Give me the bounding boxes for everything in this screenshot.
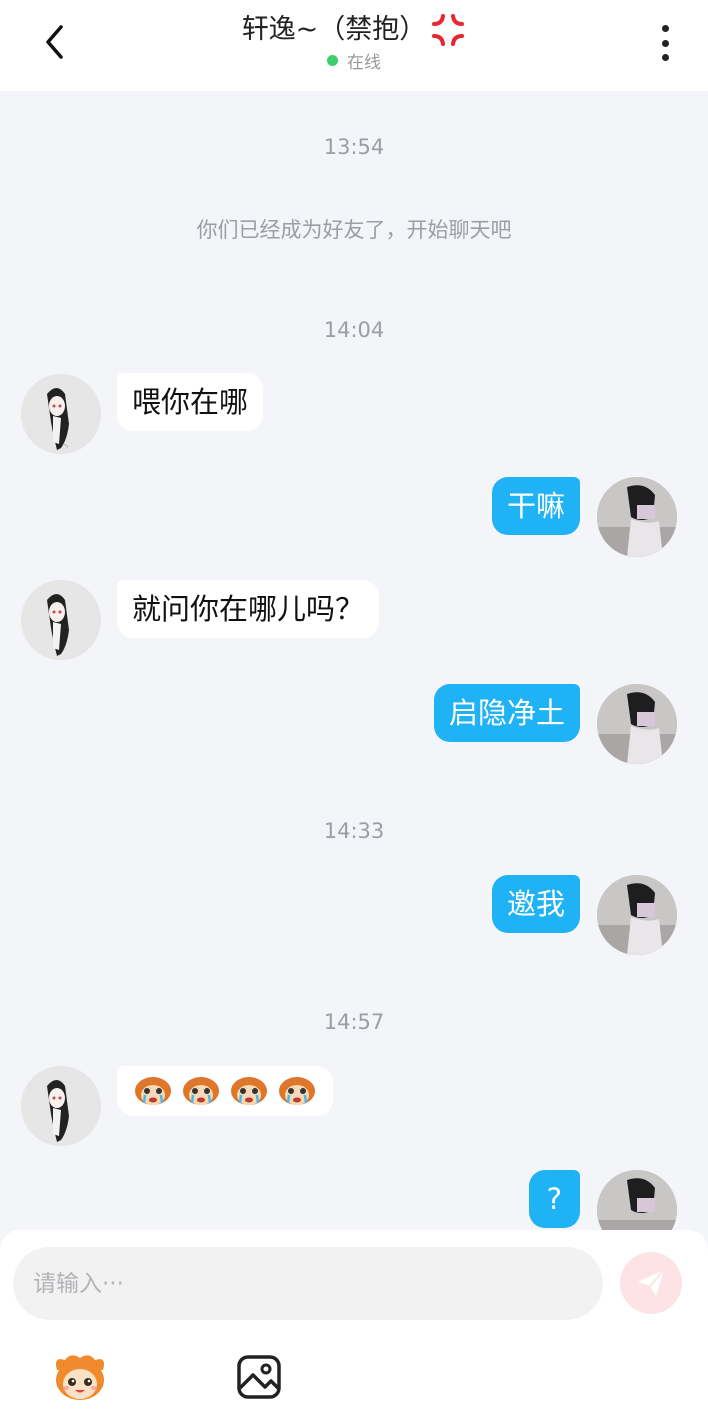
timestamp: 13:54	[323, 135, 385, 159]
message-bubble-sent[interactable]: 邀我	[491, 875, 580, 933]
anime-girl-avatar-image	[21, 580, 101, 660]
timestamp: 14:57	[323, 1010, 385, 1034]
emoji-row	[133, 1072, 317, 1110]
more-vertical-icon	[661, 25, 669, 32]
timestamp: 14:33	[323, 819, 385, 843]
user-photo-avatar-image	[597, 684, 677, 764]
emoji-button[interactable]	[49, 1352, 111, 1404]
anime-girl-avatar-image	[21, 1066, 101, 1146]
crying-monkey-icon	[279, 1077, 315, 1105]
message-bubble-sent[interactable]: ?	[528, 1170, 580, 1228]
user-photo-avatar-image	[597, 477, 677, 557]
system-message: 你们已经成为好友了，开始聊天吧	[196, 218, 512, 242]
chat-header: 轩逸~（禁抱） 在线	[0, 0, 708, 91]
my-avatar[interactable]	[597, 684, 677, 764]
emoji-message-bubble[interactable]	[117, 1066, 333, 1116]
online-dot-icon	[327, 55, 338, 66]
message-input[interactable]	[13, 1247, 603, 1320]
message-bubble-received[interactable]: 喂你在哪	[117, 373, 264, 431]
emoji-mascot-icon	[56, 1355, 104, 1400]
user-photo-avatar-image	[597, 875, 677, 955]
message-bubble-sent[interactable]: 启隐净土	[433, 684, 580, 742]
contact-avatar[interactable]	[21, 1066, 101, 1146]
anger-symbol-icon	[432, 14, 465, 46]
contact-name: 轩逸~（禁抱）	[242, 10, 467, 50]
my-avatar[interactable]	[597, 477, 677, 557]
message-bubble-sent[interactable]: 干嘛	[491, 477, 580, 535]
contact-avatar[interactable]	[21, 374, 101, 454]
more-button[interactable]	[650, 22, 680, 64]
online-status: 在线	[0, 48, 708, 73]
my-avatar[interactable]	[597, 875, 677, 955]
send-icon	[638, 1269, 665, 1296]
message-bubble-received[interactable]: 就问你在哪儿吗？	[117, 580, 380, 638]
send-button[interactable]	[620, 1252, 682, 1314]
crying-monkey-icon	[183, 1077, 219, 1105]
image-icon	[237, 1355, 281, 1399]
crying-monkey-icon	[135, 1077, 171, 1105]
anime-girl-avatar-image	[21, 374, 101, 454]
crying-monkey-icon	[231, 1077, 267, 1105]
contact-avatar[interactable]	[21, 580, 101, 660]
image-button[interactable]	[236, 1354, 282, 1400]
timestamp: 14:04	[323, 318, 385, 342]
